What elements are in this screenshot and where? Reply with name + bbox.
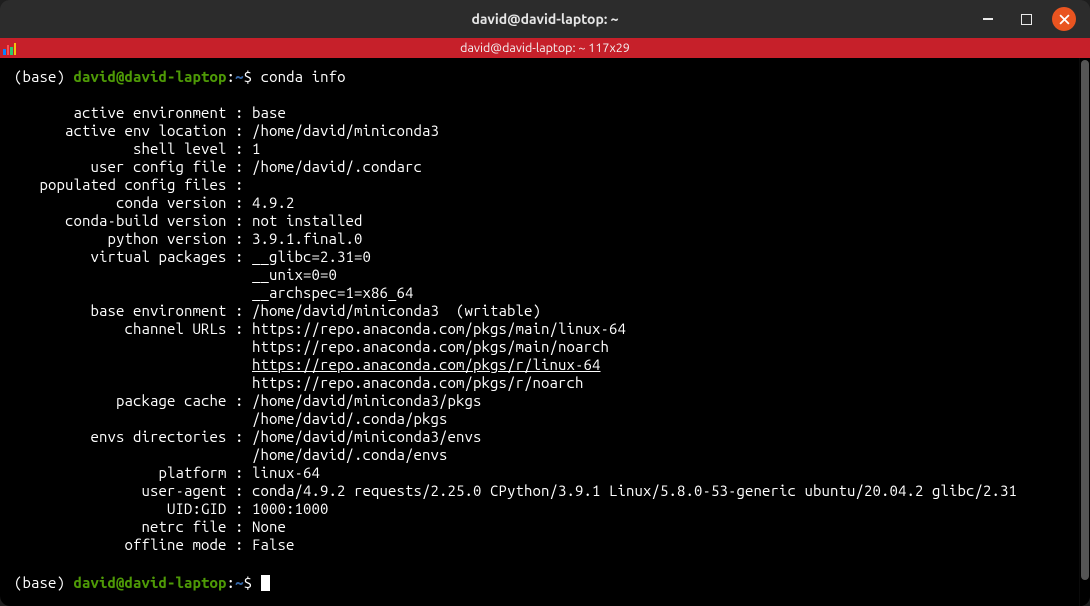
scrollbar-thumb[interactable]: [1081, 60, 1089, 580]
terminal-tabstrip: david@david-laptop: ~ 117x29: [0, 38, 1090, 58]
maximize-button[interactable]: [1014, 7, 1038, 31]
text-cursor: [261, 575, 270, 591]
minimize-button[interactable]: [976, 7, 1000, 31]
terminal-window: david@david-laptop: ~ david@david-laptop…: [0, 0, 1090, 606]
window-title: david@david-laptop: ~: [0, 11, 1090, 27]
terminal-output[interactable]: (base) david@david-laptop:~$ conda info …: [0, 58, 1079, 606]
close-icon: [1059, 14, 1070, 25]
close-button[interactable]: [1052, 7, 1076, 31]
window-titlebar[interactable]: david@david-laptop: ~: [0, 0, 1090, 38]
scrollbar[interactable]: [1079, 58, 1090, 606]
window-controls: [976, 0, 1084, 38]
terminal-tab-label[interactable]: david@david-laptop: ~ 117x29: [0, 41, 1090, 55]
terminal-viewport: (base) david@david-laptop:~$ conda info …: [0, 58, 1090, 606]
